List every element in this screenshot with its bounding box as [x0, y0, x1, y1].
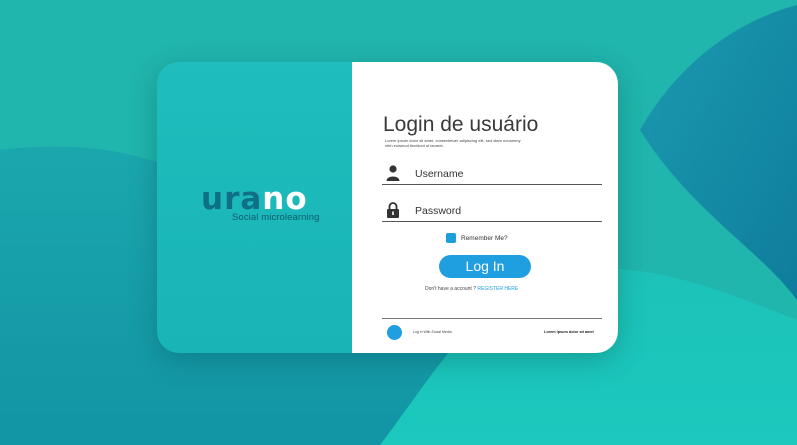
no-account-text: Don't have a account ?: [425, 286, 476, 292]
password-placeholder: Password: [415, 205, 462, 217]
footer-text: Lorem ipsum dolor sit amet: [544, 330, 594, 334]
page-subtitle: Lorem ipsum dolor sit amet, consectetuer…: [385, 138, 521, 148]
login-card: urano Social microlearning Login de usuá…: [157, 62, 618, 353]
brand-panel: urano Social microlearning: [157, 62, 352, 353]
register-prompt: Don't have a account ? REGISTER HERE: [425, 286, 518, 292]
remember-label: Remember Me?: [461, 234, 508, 242]
urano-logo: urano: [201, 184, 308, 215]
brand-tagline: Social microlearning: [232, 212, 320, 223]
login-button[interactable]: Log In: [439, 255, 531, 278]
lock-icon: [387, 202, 399, 218]
divider: [382, 318, 602, 319]
username-placeholder: Username: [415, 168, 464, 180]
social-media-icon[interactable]: [387, 325, 402, 340]
remember-checkbox[interactable]: [446, 233, 456, 243]
register-link[interactable]: REGISTER HERE: [477, 286, 518, 292]
user-icon: [386, 165, 400, 181]
password-field[interactable]: Password: [382, 200, 602, 222]
page-title: Login de usuário: [383, 113, 539, 136]
social-login-label[interactable]: Log in With Social Media: [413, 330, 452, 334]
login-form-panel: Login de usuário Lorem ipsum dolor sit a…: [352, 62, 618, 353]
username-field[interactable]: Username: [382, 163, 602, 185]
remember-me[interactable]: Remember Me?: [446, 233, 508, 243]
